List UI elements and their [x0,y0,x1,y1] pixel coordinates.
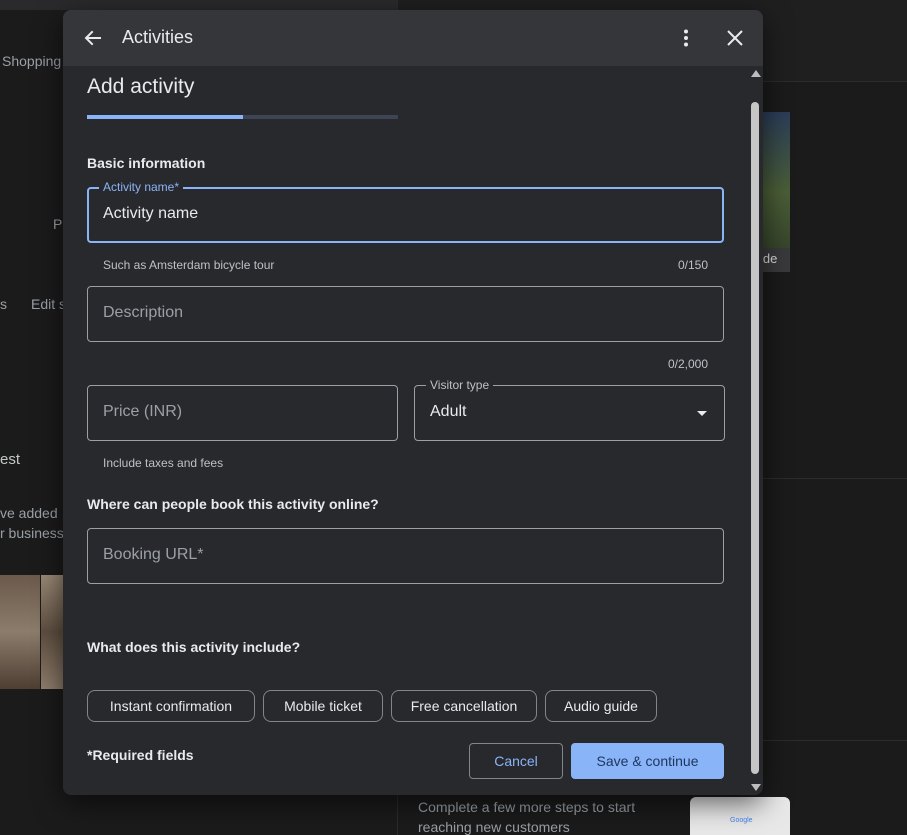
more-options-button[interactable] [674,24,698,52]
background-divider [760,740,907,741]
close-button[interactable] [721,24,749,52]
scroll-down-arrow-icon[interactable] [751,784,761,791]
booking-url-placeholder: Booking URL* [103,546,204,563]
background-fragment: Edit s [31,296,67,312]
price-field[interactable]: Price (INR) [87,385,398,441]
activity-name-label: Activity name* [99,180,184,194]
activity-name-hint: Such as Amsterdam bicycle tour [103,258,275,272]
background-fragment: est [0,451,21,468]
booking-url-field[interactable]: Booking URL* [87,528,724,584]
background-promo-image: Google [690,797,790,835]
background-card-label: ide [760,248,790,272]
add-activity-dialog: Activities Add activity Basic informatio… [63,10,763,795]
activity-name-counter: 0/150 [677,258,708,272]
arrow-back-icon [84,30,101,46]
background-promo-text: reaching new customers [418,819,570,835]
chip-audio-guide[interactable]: Audio guide [545,690,657,722]
visitor-type-select[interactable]: Visitor type Adult [414,378,725,441]
background-shopping-tab[interactable]: Shopping [2,53,61,69]
scroll-up-arrow-icon[interactable] [751,70,761,77]
section-includes: What does this activity include? [87,639,301,655]
includes-chip-group: Instant confirmation Mobile ticket Free … [87,690,737,722]
price-hint: Include taxes and fees [103,456,224,470]
visitor-type-label: Visitor type [426,378,494,392]
section-basic-information: Basic information [87,155,206,171]
activity-name-placeholder: Activity name [103,205,199,222]
background-promo-text: Complete a few more steps to start [418,799,636,815]
back-button[interactable] [79,24,107,52]
close-icon [727,30,743,46]
section-booking: Where can people book this activity onli… [87,496,379,512]
background-photo [0,575,40,689]
more-vert-icon [684,29,688,47]
chip-free-cancellation[interactable]: Free cancellation [391,690,537,722]
step-progress-bar [87,115,398,119]
chip-instant-confirmation[interactable]: Instant confirmation [87,690,255,722]
description-placeholder: Description [103,304,184,321]
required-fields-note: *Required fields [87,747,194,763]
step-progress-fill [87,115,243,119]
background-photo [41,575,65,689]
dialog-header: Activities [63,10,763,66]
price-placeholder: Price (INR) [103,403,183,420]
page-title: Add activity [87,75,195,98]
visitor-type-value: Adult [430,403,467,420]
description-counter: 0/2,000 [667,357,708,371]
background-fragment: r business [0,525,64,541]
background-fragment: ve added [0,505,58,521]
background-fragment: s [0,296,7,312]
scrollbar-thumb[interactable] [751,102,759,774]
dropdown-arrow-icon [697,411,707,416]
activity-name-field[interactable]: Activity name* Activity name [87,180,724,243]
background-fragment: P [53,216,63,232]
dialog-title: Activities [122,27,194,47]
cancel-button[interactable]: Cancel [469,743,563,779]
description-field[interactable]: Description [87,286,724,342]
google-logo: Google [730,817,753,824]
background-divider [760,478,907,479]
save-continue-button[interactable]: Save & continue [571,743,724,779]
dialog-scrollbar[interactable] [749,68,763,795]
chip-mobile-ticket[interactable]: Mobile ticket [263,690,383,722]
